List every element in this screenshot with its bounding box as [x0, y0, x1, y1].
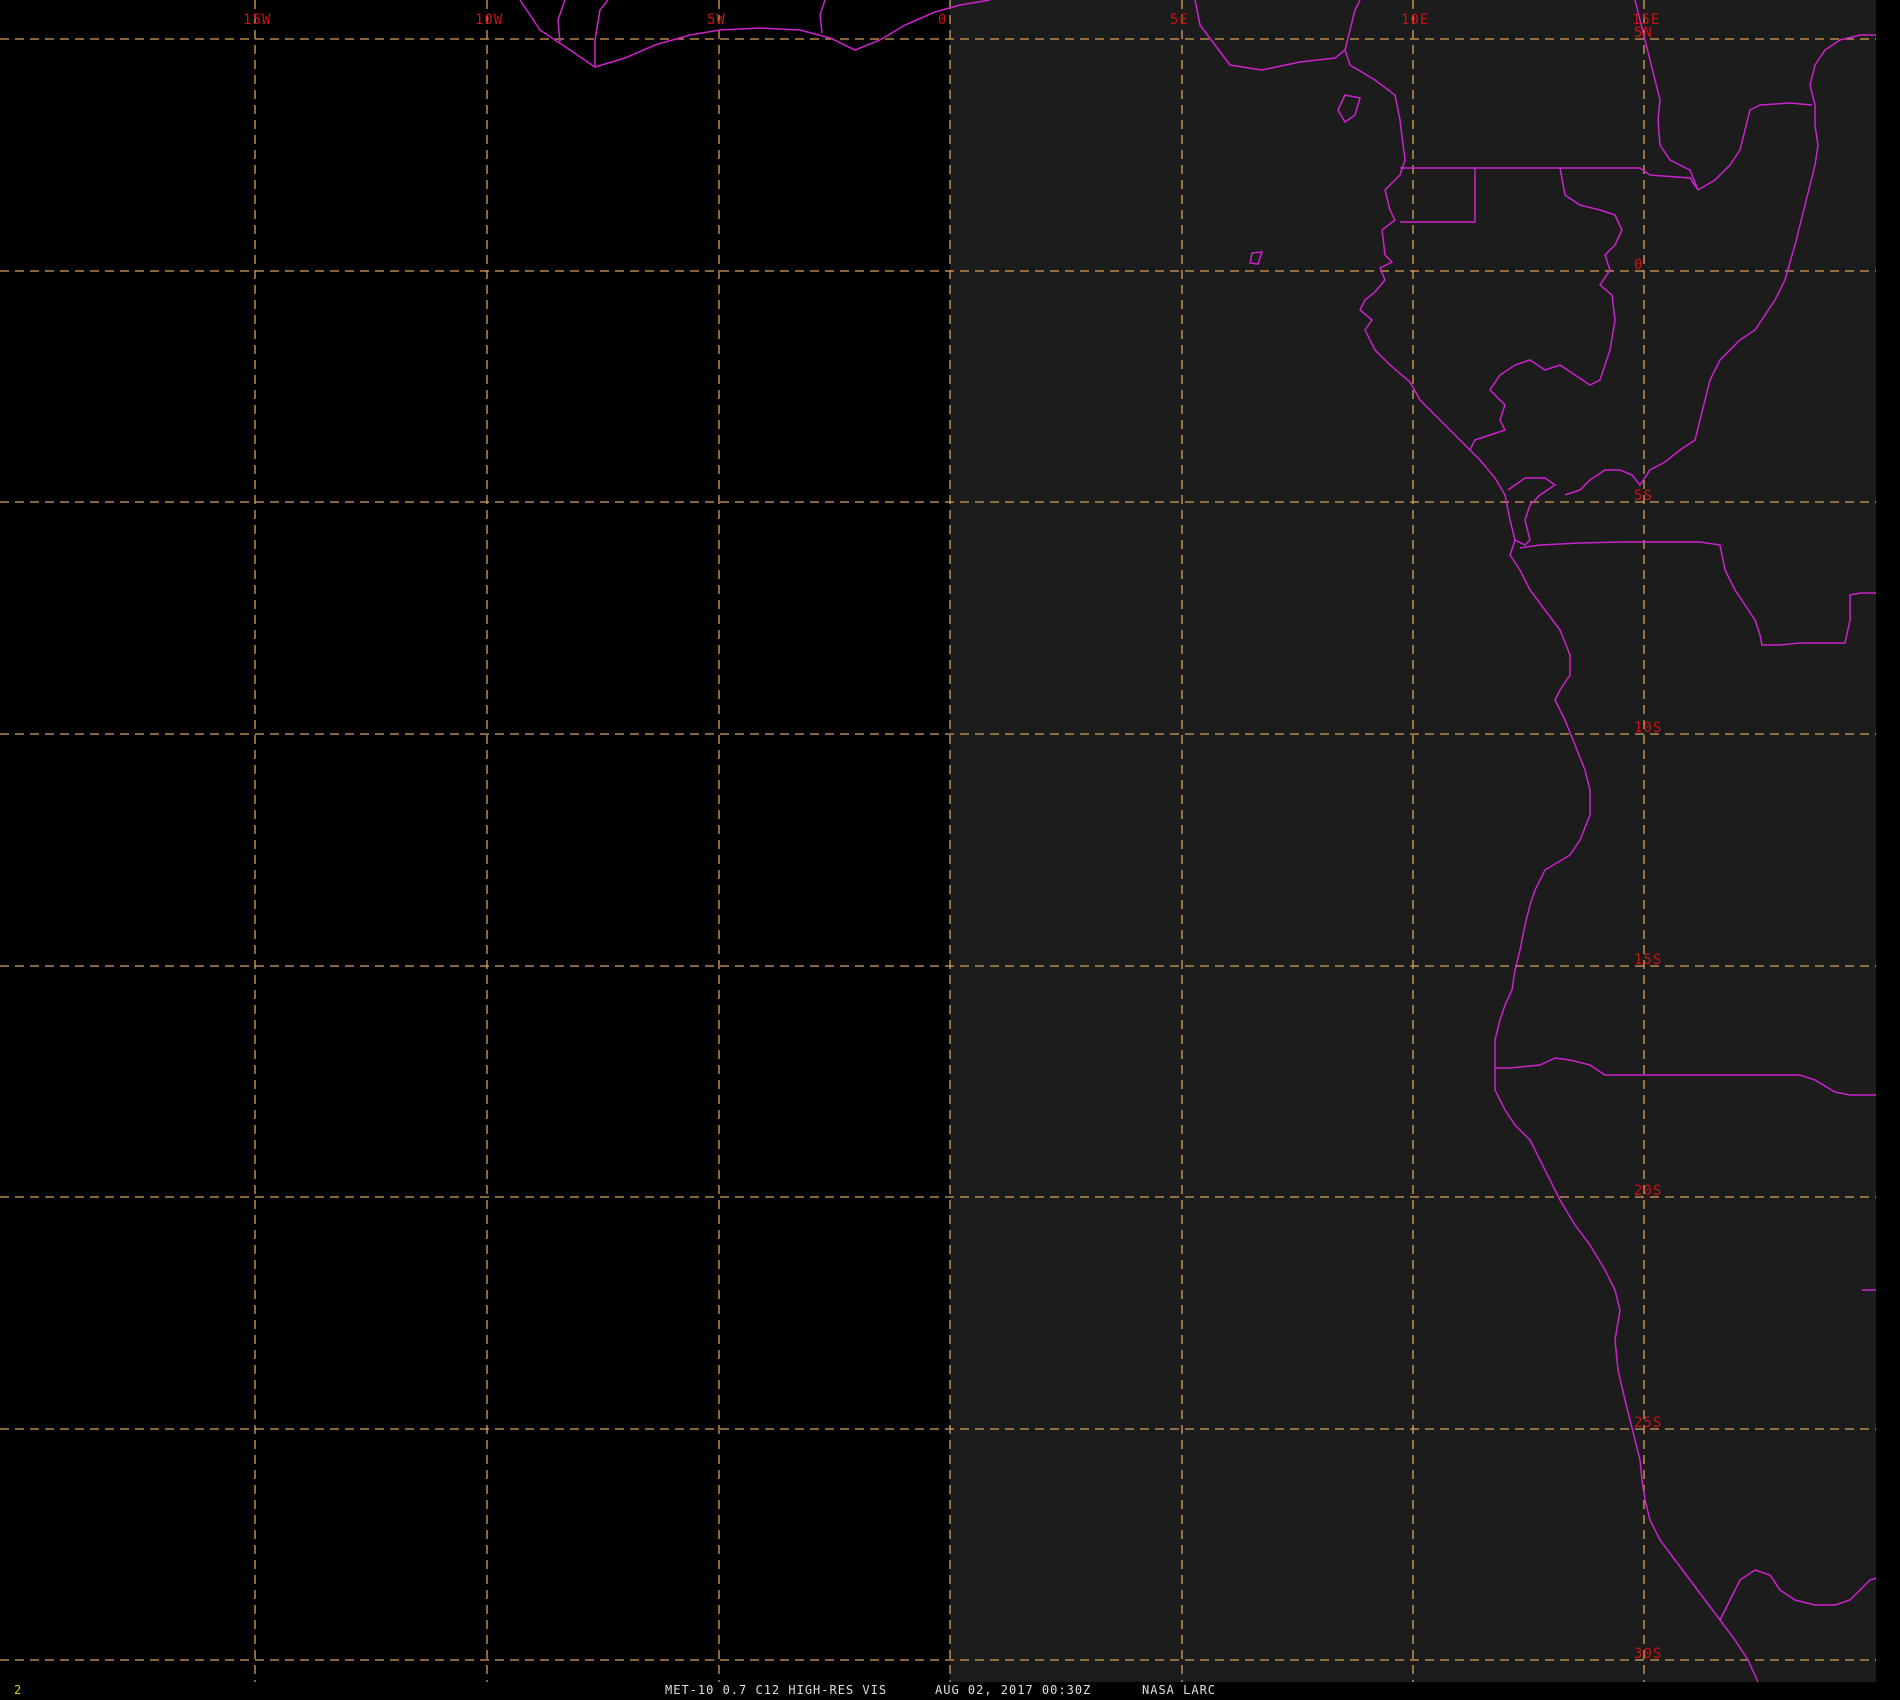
latitude-label: 30S	[1634, 1646, 1662, 1662]
latitude-label: 25S	[1634, 1415, 1662, 1431]
frame-number: 2	[14, 1683, 23, 1697]
longitude-label: 5W	[707, 12, 726, 28]
longitude-label: 15W	[243, 12, 271, 28]
longitude-label: 0	[938, 12, 947, 28]
longitude-label: 10W	[475, 12, 503, 28]
status-bar: 2 MET-10 0.7 C12 HIGH-RES VIS AUG 02, 20…	[0, 1682, 1900, 1700]
longitude-label: 5E	[1170, 12, 1189, 28]
latitude-label: 20S	[1634, 1183, 1662, 1199]
latitude-label: 5N	[1634, 25, 1653, 41]
latitude-label: 5S	[1634, 488, 1653, 504]
product-label: MET-10 0.7 C12 HIGH-RES VIS	[665, 1683, 888, 1697]
latitude-label: 10S	[1634, 720, 1662, 736]
satellite-map: 15W 10W 5W 0 5E 10E 15E5N05S10S15S20S25S30S	[0, 0, 1900, 1700]
latitude-label: 15S	[1634, 952, 1662, 968]
latitude-label: 0	[1634, 257, 1643, 273]
longitude-label: 10E	[1401, 12, 1429, 28]
source-label: NASA LARC	[1142, 1683, 1217, 1697]
timestamp: AUG 02, 2017 00:30Z	[935, 1683, 1092, 1697]
